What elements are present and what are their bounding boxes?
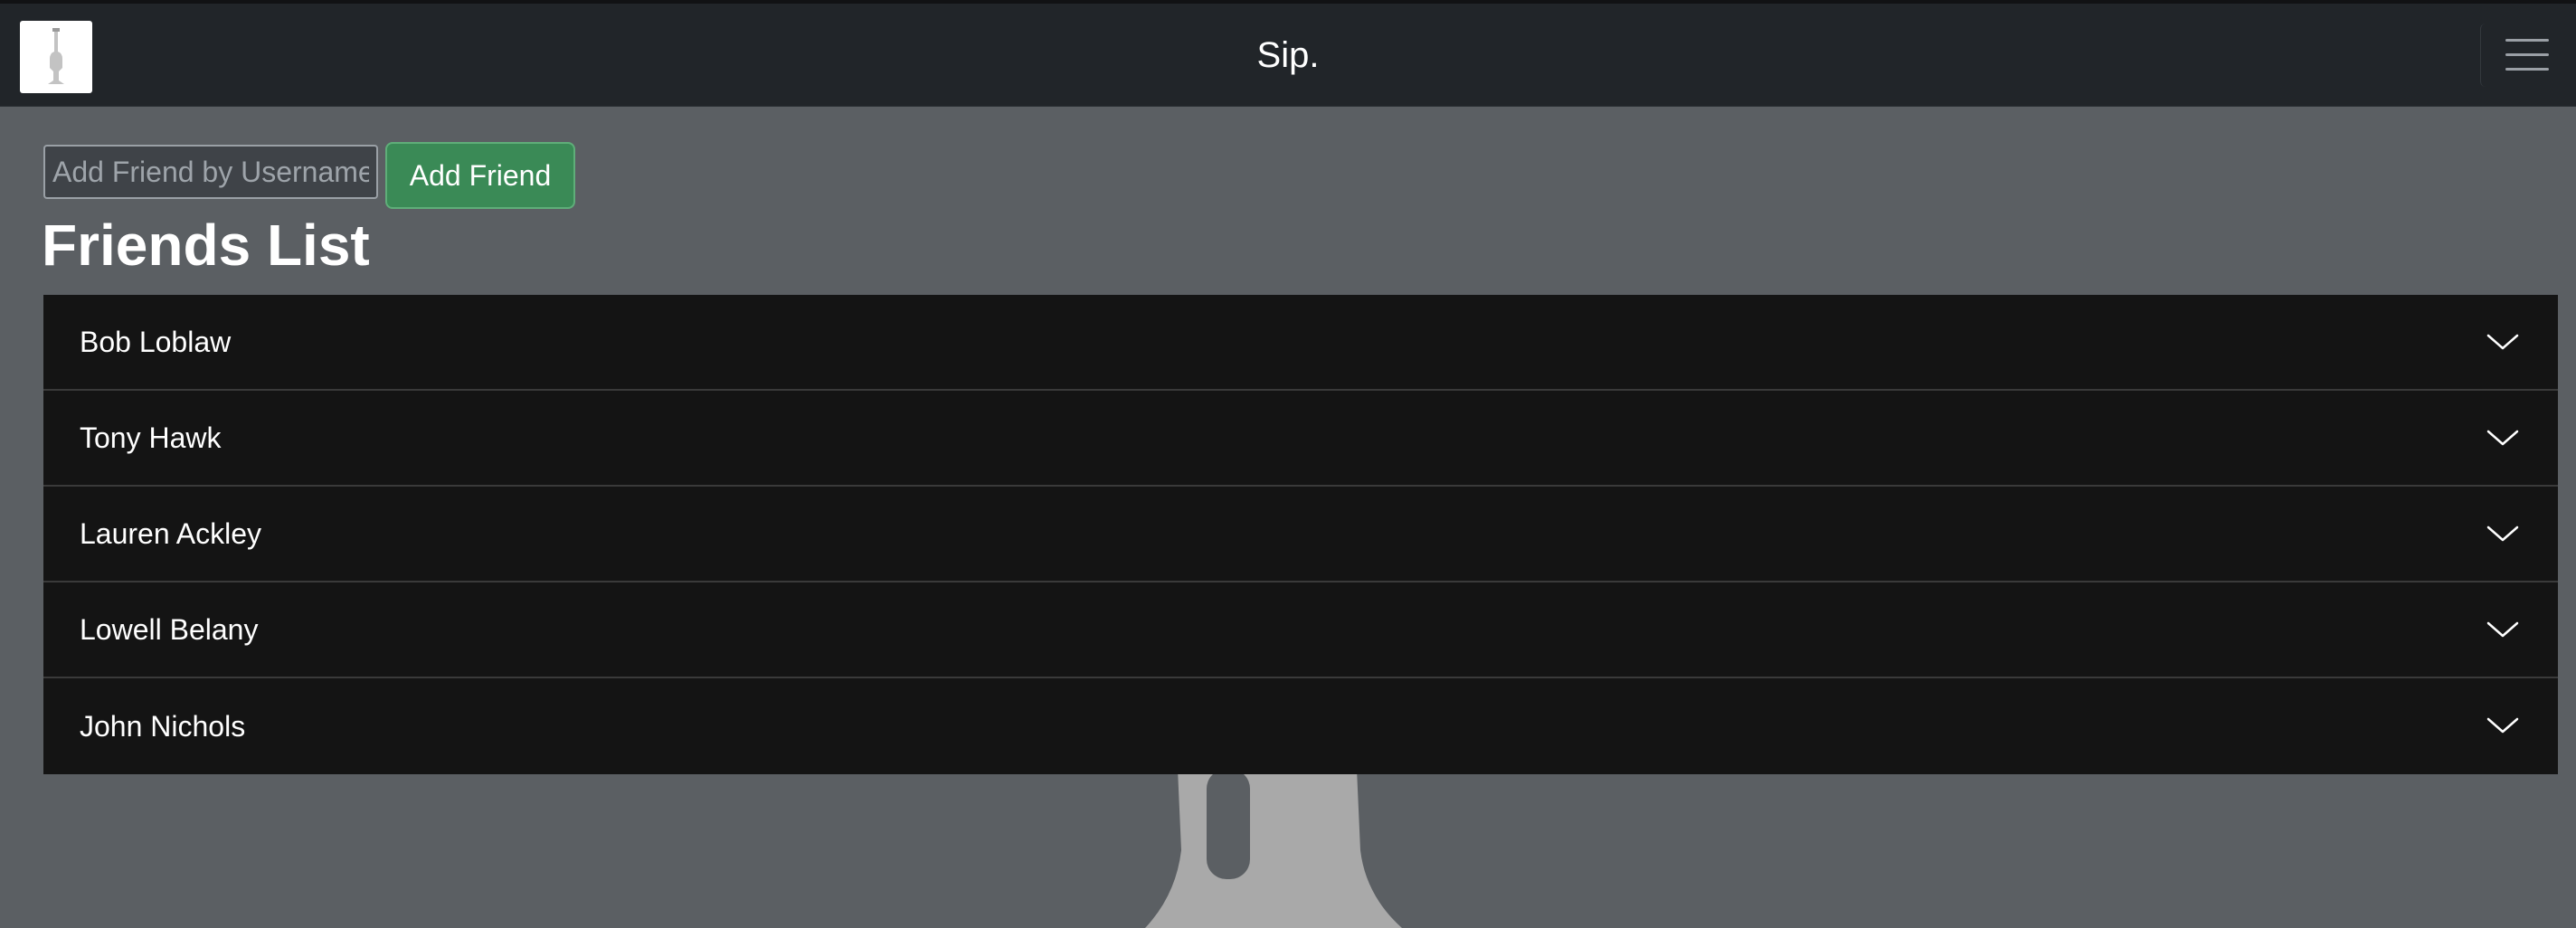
hamburger-menu-icon — [2505, 39, 2549, 71]
friend-item-john-nichols[interactable]: John Nichols — [43, 678, 2558, 774]
chevron-down-icon — [2486, 616, 2520, 643]
brand-title: Sip. — [1256, 34, 1320, 75]
page: Sip. Add Friend Friends List Bob Loblaw … — [0, 0, 2576, 928]
friend-name: Lowell Belany — [80, 612, 259, 646]
navbar: Sip. — [0, 4, 2576, 107]
wine-glass-logo-icon — [48, 28, 64, 84]
logo[interactable] — [20, 21, 92, 93]
friend-item-bob-loblaw[interactable]: Bob Loblaw — [43, 295, 2558, 391]
chevron-down-icon — [2486, 328, 2520, 355]
friend-item-tony-hawk[interactable]: Tony Hawk — [43, 391, 2558, 487]
chevron-down-icon — [2486, 424, 2520, 451]
chevron-down-icon — [2486, 712, 2520, 739]
friends-accordion: Bob Loblaw Tony Hawk Lauren Ackley Lowel… — [43, 295, 2558, 774]
friend-item-lowell-belany[interactable]: Lowell Belany — [43, 582, 2558, 678]
add-friend-button[interactable]: Add Friend — [385, 142, 575, 209]
chevron-down-icon — [2486, 520, 2520, 547]
friend-name: Lauren Ackley — [80, 516, 262, 550]
page-title: Friends List — [42, 213, 370, 278]
friend-name: John Nichols — [80, 709, 246, 743]
friend-item-lauren-ackley[interactable]: Lauren Ackley — [43, 487, 2558, 582]
add-friend-username-input[interactable] — [43, 145, 378, 199]
background-glass-stem-graphic — [1145, 769, 1402, 928]
friend-name: Tony Hawk — [80, 421, 222, 454]
menu-toggle-button[interactable] — [2480, 24, 2572, 87]
friend-name: Bob Loblaw — [80, 325, 232, 358]
